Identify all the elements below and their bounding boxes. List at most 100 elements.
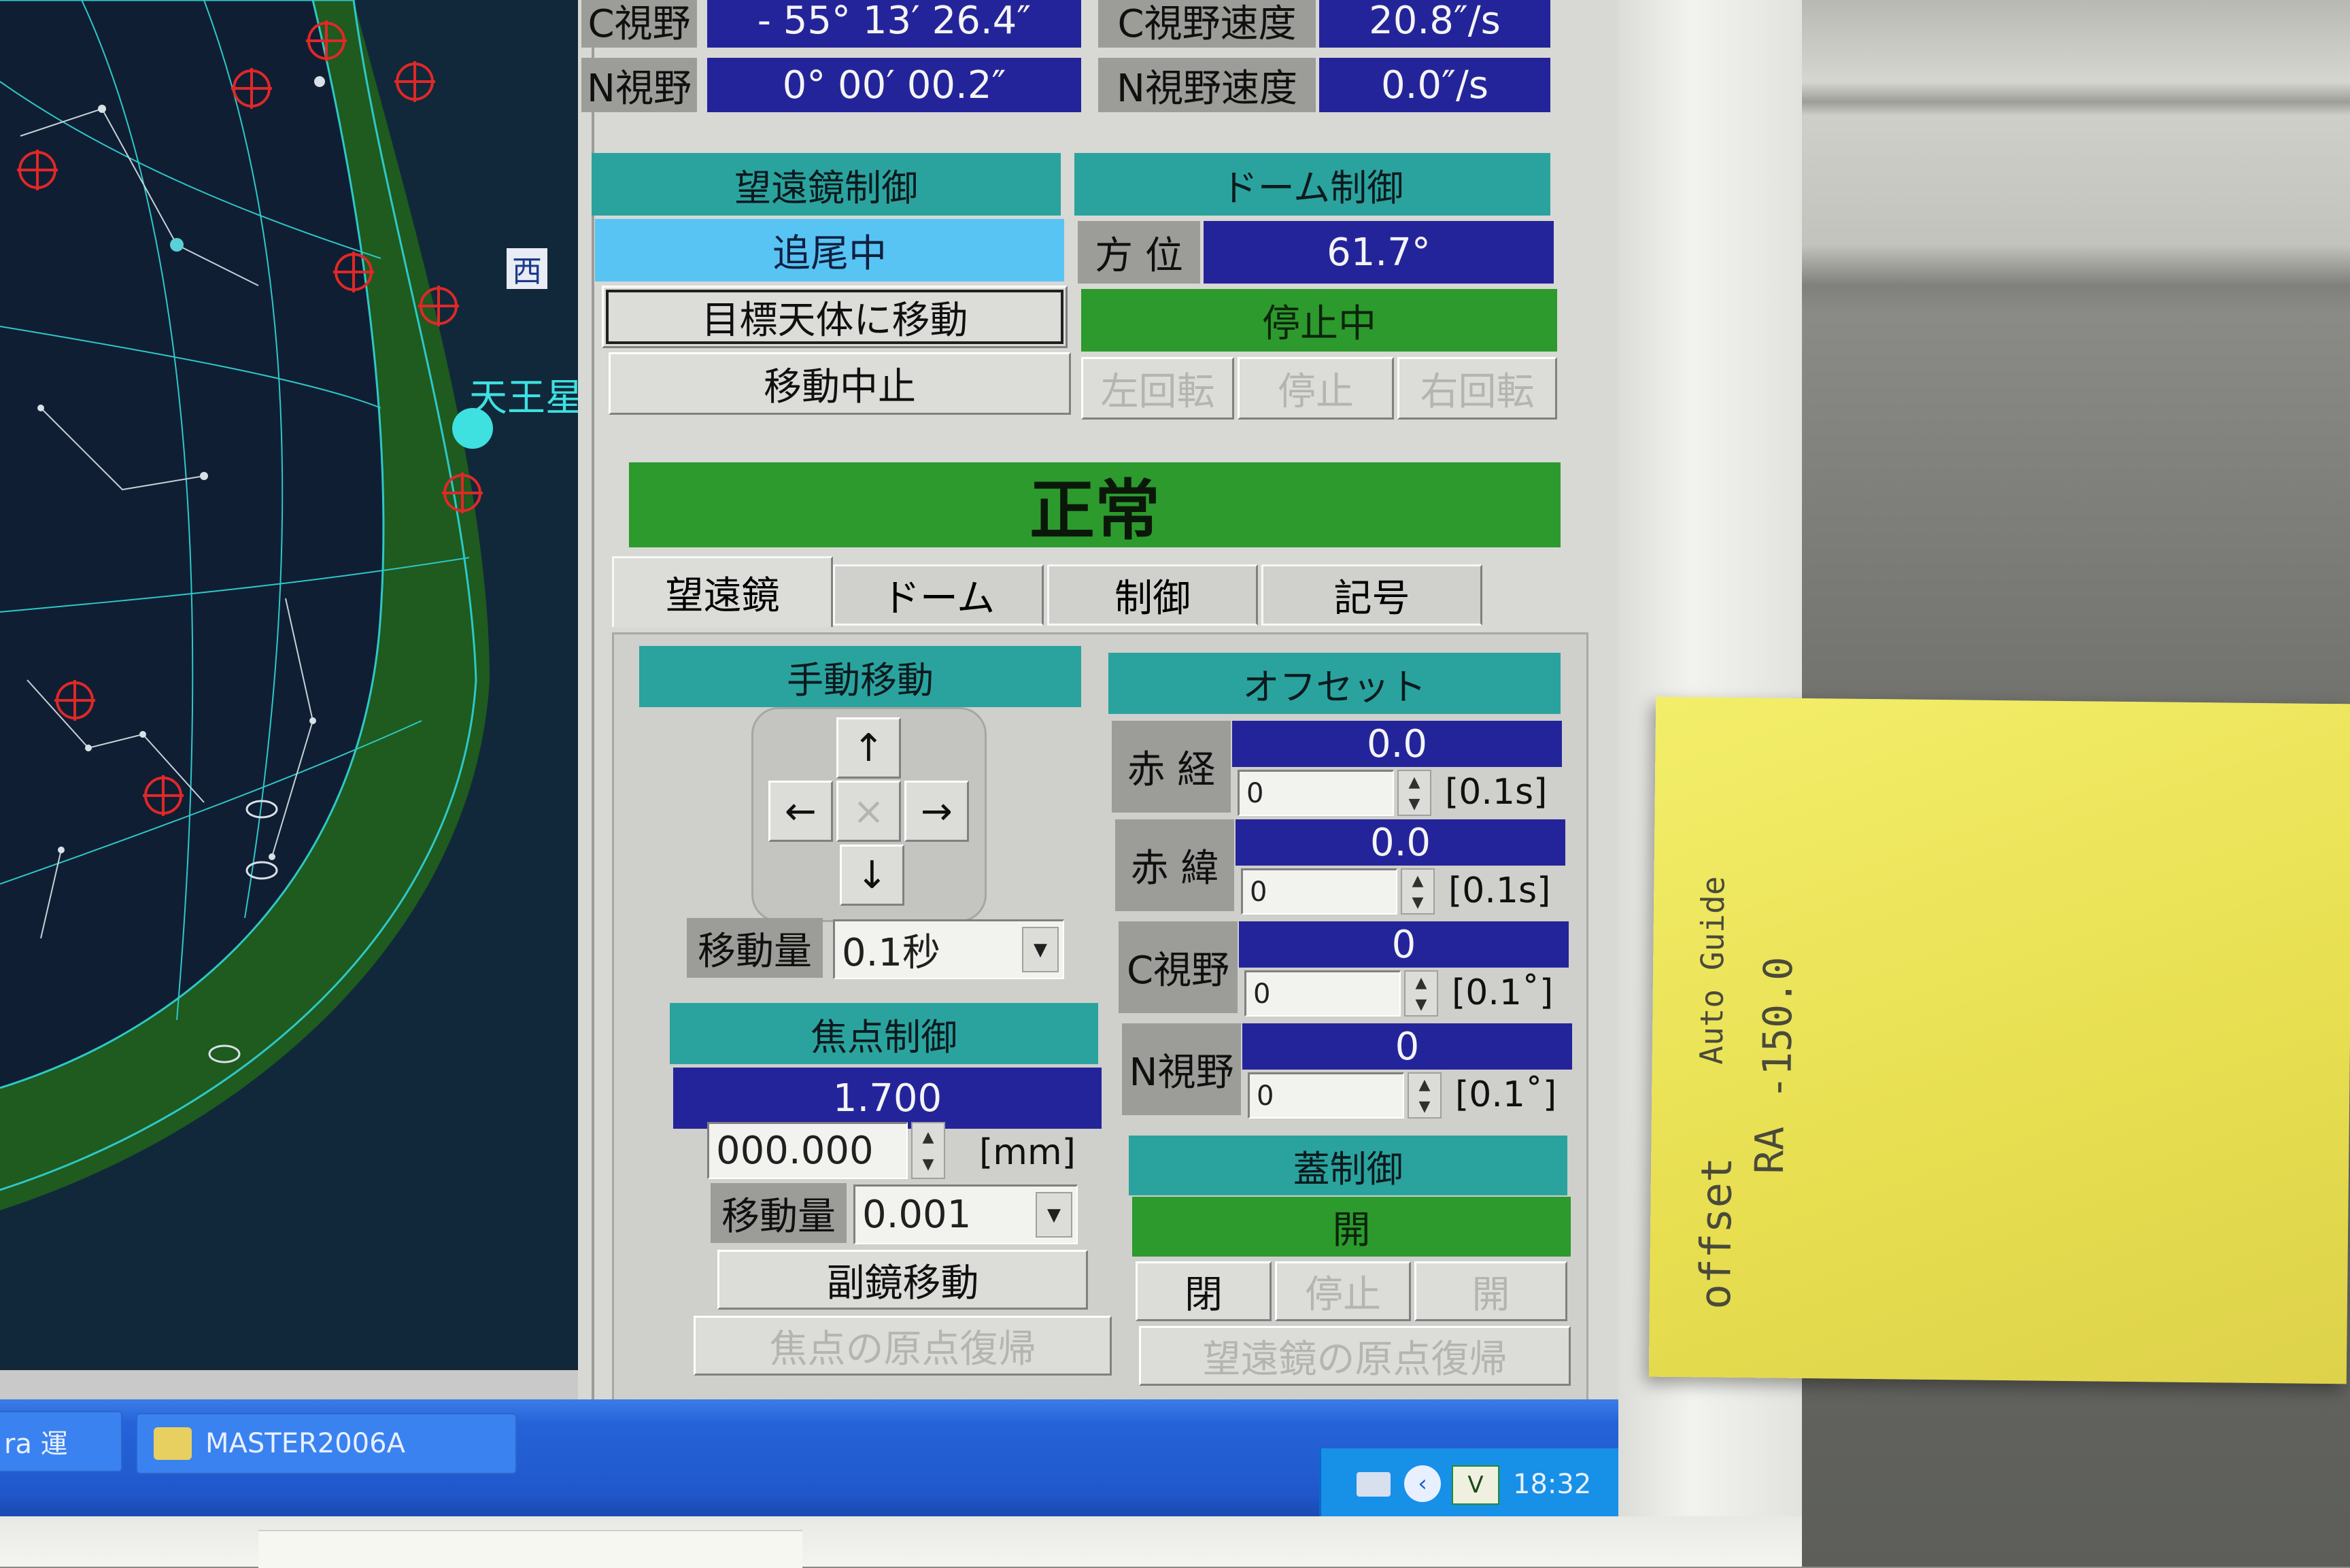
sticky-note: offset RA Auto Guide -150.0 xyxy=(1648,696,2350,1384)
focus-unit: [mm] xyxy=(979,1132,1076,1173)
dome-azimuth-label: 方 位 xyxy=(1078,221,1200,284)
offset-dec-value: 0.0 xyxy=(1236,819,1565,866)
spin-down-icon[interactable]: ▼ xyxy=(1406,993,1437,1015)
star-map-canvas xyxy=(0,0,493,1210)
spin-down-icon[interactable]: ▼ xyxy=(1402,891,1433,913)
tab-dome[interactable]: ドーム xyxy=(833,564,1044,626)
move-right-button[interactable]: → xyxy=(904,781,969,842)
chevron-down-icon[interactable]: ▼ xyxy=(1022,927,1059,972)
n-speed-value: 0.0″/s xyxy=(1319,58,1550,112)
system-status-banner: 正常 xyxy=(629,462,1561,549)
offset-ra-spinner[interactable]: ▲ ▼ xyxy=(1397,770,1431,816)
manual-amount-label: 移動量 xyxy=(687,918,823,978)
n-field-value: 0° 00′ 00.2″ xyxy=(707,58,1081,112)
keyboard-icon[interactable] xyxy=(1357,1472,1391,1497)
spin-up-icon[interactable]: ▲ xyxy=(1409,1074,1440,1095)
tray-app-icon[interactable]: V xyxy=(1452,1465,1499,1505)
offset-c-field-unit: [0.1˚] xyxy=(1452,972,1554,1013)
note-auto-guide: Auto Guide xyxy=(1692,876,1732,1065)
offset-c-field-value: 0 xyxy=(1239,921,1569,968)
tab-symbols[interactable]: 記号 xyxy=(1261,564,1482,626)
offset-header: オフセット xyxy=(1108,653,1561,714)
planet-label: 天王星 xyxy=(469,376,583,420)
offset-ra-input[interactable]: 0 xyxy=(1238,770,1394,816)
spin-up-icon[interactable]: ▲ xyxy=(1406,972,1437,993)
move-left-button[interactable]: ← xyxy=(768,781,833,842)
spin-down-icon[interactable]: ▼ xyxy=(1399,793,1430,815)
dome-stop-button[interactable]: 停止 xyxy=(1238,357,1394,420)
focus-amount-label: 移動量 xyxy=(711,1183,847,1243)
dome-status: 停止中 xyxy=(1081,289,1557,352)
goto-target-button[interactable]: 目標天体に移動 xyxy=(602,286,1068,348)
telescope-status: 追尾中 xyxy=(595,219,1064,282)
note-offset: offset xyxy=(1690,1157,1742,1310)
chevron-down-icon[interactable]: ▼ xyxy=(1036,1192,1072,1238)
telescope-home-button[interactable]: 望遠鏡の原点復帰 xyxy=(1139,1326,1571,1386)
manual-amount-select[interactable]: 0.1秒 ▼ xyxy=(833,919,1064,979)
n-speed-label: N視野速度 xyxy=(1098,58,1316,112)
offset-c-field-input[interactable]: 0 xyxy=(1244,970,1401,1017)
dome-azimuth-value: 61.7° xyxy=(1204,221,1554,284)
offset-ra-label: 赤 経 xyxy=(1112,721,1231,813)
secondary-mirror-move-button[interactable]: 副鏡移動 xyxy=(717,1250,1088,1310)
focus-amount-value: 0.001 xyxy=(862,1193,972,1237)
tab-control[interactable]: 制御 xyxy=(1047,564,1258,626)
tab-telescope[interactable]: 望遠鏡 xyxy=(612,556,833,627)
manual-amount-value: 0.1秒 xyxy=(842,931,941,975)
bezel-paper-label xyxy=(258,1530,802,1568)
spin-up-icon[interactable]: ▲ xyxy=(913,1123,944,1151)
offset-n-field-input[interactable]: 0 xyxy=(1248,1072,1404,1119)
focus-home-button[interactable]: 焦点の原点復帰 xyxy=(694,1316,1112,1376)
cover-status: 開 xyxy=(1132,1197,1571,1257)
spin-down-icon[interactable]: ▼ xyxy=(913,1151,944,1178)
c-speed-value: 20.8″/s xyxy=(1319,0,1550,48)
move-down-button[interactable]: ↓ xyxy=(840,845,904,906)
focus-input[interactable]: 000.000 xyxy=(707,1122,908,1179)
cover-control-header: 蓋制御 xyxy=(1129,1136,1567,1195)
stop-move-button[interactable]: 移動中止 xyxy=(609,352,1071,415)
offset-dec-input[interactable]: 0 xyxy=(1241,868,1397,915)
chevron-left-icon[interactable]: ‹ xyxy=(1404,1465,1441,1502)
offset-dec-unit: [0.1s] xyxy=(1448,870,1551,911)
focus-value: 1.700 xyxy=(673,1068,1102,1129)
focus-spinner[interactable]: ▲ ▼ xyxy=(911,1122,945,1179)
dome-rotate-left-button[interactable]: 左回転 xyxy=(1081,357,1234,420)
c-field-label: C視野 xyxy=(581,0,697,48)
move-center-button[interactable]: × xyxy=(836,781,901,842)
spin-down-icon[interactable]: ▼ xyxy=(1409,1095,1440,1117)
n-field-label: N視野 xyxy=(581,58,697,112)
tray-clock: 18:32 xyxy=(1513,1469,1592,1500)
offset-c-field-spinner[interactable]: ▲ ▼ xyxy=(1404,970,1438,1017)
offset-dec-spinner[interactable]: ▲ ▼ xyxy=(1401,868,1435,915)
note-ra: RA xyxy=(1746,1126,1793,1174)
star-map[interactable]: 西 天王星 xyxy=(0,0,653,1370)
focus-amount-select[interactable]: 0.001 ▼ xyxy=(853,1184,1078,1244)
c-speed-label: C視野速度 xyxy=(1098,0,1316,48)
taskbar-item-1[interactable]: ra 運 xyxy=(0,1411,122,1472)
c-field-value: - 55° 13′ 26.4″ xyxy=(707,0,1081,48)
focus-control-header: 焦点制御 xyxy=(670,1003,1098,1064)
spin-up-icon[interactable]: ▲ xyxy=(1402,870,1433,891)
taskbar-item-master-label: MASTER2006A xyxy=(205,1428,405,1459)
manual-move-header: 手動移動 xyxy=(639,646,1081,707)
taskbar-item-master[interactable]: MASTER2006A xyxy=(136,1413,517,1474)
spin-up-icon[interactable]: ▲ xyxy=(1399,771,1430,793)
offset-ra-value: 0.0 xyxy=(1232,721,1562,767)
offset-c-field-label: C視野 xyxy=(1119,921,1238,1013)
west-marker: 西 xyxy=(507,248,547,289)
monitor-screen: 西 天王星 C視野 - 55° 13′ 26.4″ C視野速度 20.8″/s … xyxy=(0,0,1618,1516)
cover-stop-button[interactable]: 停止 xyxy=(1275,1261,1411,1321)
offset-dec-label: 赤 緯 xyxy=(1115,819,1234,911)
offset-n-field-spinner[interactable]: ▲ ▼ xyxy=(1408,1072,1442,1119)
offset-n-field-value: 0 xyxy=(1242,1023,1572,1070)
offset-n-field-unit: [0.1˚] xyxy=(1455,1074,1557,1115)
telescope-control-header: 望遠鏡制御 xyxy=(592,153,1061,216)
cover-open-button[interactable]: 開 xyxy=(1414,1261,1567,1321)
offset-ra-unit: [0.1s] xyxy=(1445,772,1548,813)
move-up-button[interactable]: ↑ xyxy=(836,717,901,779)
offset-n-field-label: N視野 xyxy=(1122,1023,1241,1115)
note-value: -150.0 xyxy=(1754,956,1802,1100)
dome-rotate-right-button[interactable]: 右回転 xyxy=(1397,357,1557,420)
app-icon xyxy=(154,1427,192,1460)
cover-close-button[interactable]: 閉 xyxy=(1136,1261,1272,1321)
